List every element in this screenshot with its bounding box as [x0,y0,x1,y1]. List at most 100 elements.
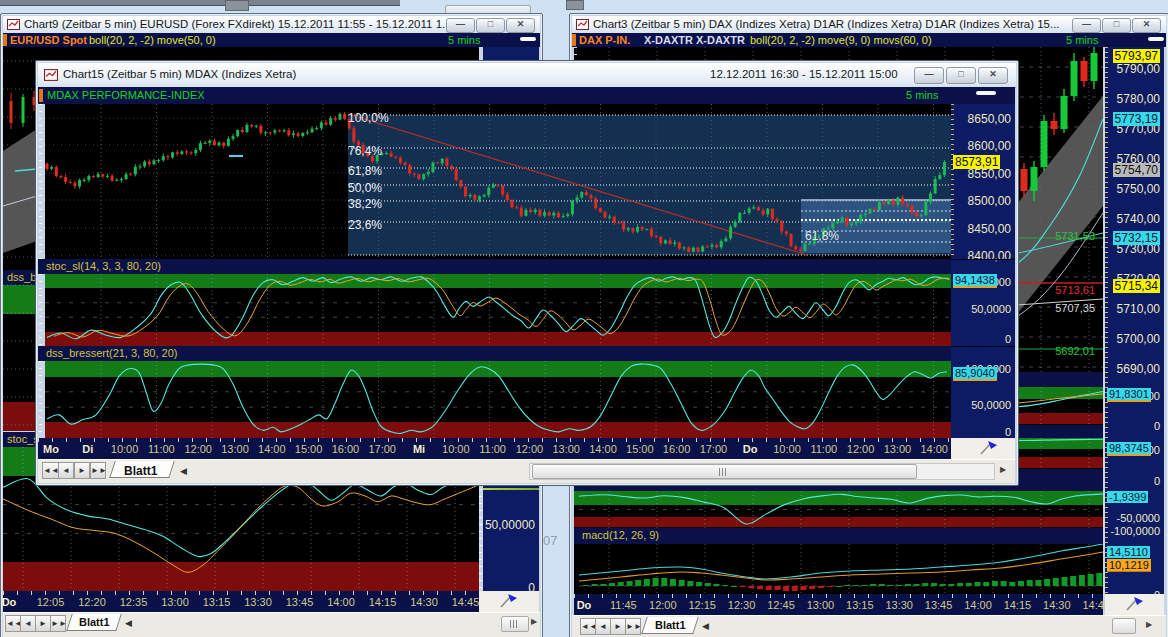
panel-c-low: -100,0000 [1110,525,1160,537]
price-label: 5750,00 [1117,182,1160,196]
chart9-titlebar[interactable]: Chart9 (Zeitbar 5 min) EURUSD (Forex FXd… [3,16,540,34]
price-label: 5700,00 [1117,332,1160,346]
time-label: 12:05 [37,596,65,608]
chart3-hscroll-right[interactable]: ▶ [1146,618,1152,632]
price-label: 5754,70 [1113,163,1160,177]
time-label: 14:30 [1043,599,1071,611]
chart9-scale-50: 50,00000 [485,518,535,532]
chart9-close-button[interactable]: ✕ [506,18,535,33]
chart3-titlebar[interactable]: Chart3 (Zeitbar 5 min) DAX (Indizes Xetr… [572,16,1166,34]
tab-scroll-left[interactable]: ◀ [125,618,132,628]
chart3-close-button[interactable]: ✕ [1132,18,1161,33]
prev-sheet-button[interactable]: ◄ [595,618,611,635]
chart3-restore-button[interactable]: □ [1102,18,1131,33]
first-sheet-button[interactable]: ◄◄ [580,618,596,635]
time-label: 12:20 [78,596,106,608]
chart3-vscroll-top[interactable] [1148,37,1164,41]
price-label: 5780,00 [1117,92,1160,106]
time-label: 14:30 [410,596,438,608]
price-label: 8400,00 [968,249,1011,263]
time-label: 11:00 [148,443,175,455]
price-label: 5793,97 [1113,49,1160,63]
chart9-vscroll-top[interactable] [520,37,536,41]
price-level-label: 5731,53 [1055,230,1095,242]
next-sheet-button[interactable]: ► [74,462,90,479]
chart9-hscroll-thumb[interactable] [501,616,529,632]
price-label: 8650,00 [968,112,1011,126]
time-label: 11:45 [610,599,637,611]
flag-icon[interactable] [499,593,519,609]
time-label: 15:00 [295,443,323,455]
flag-icon[interactable] [1125,596,1145,612]
fibonacci-labels: 100,0%76,4%61,8%50,0%38,2%23,6% [345,104,465,259]
chart3-interval-label: 5 mins [1066,34,1098,46]
time-label: 14:00 [920,443,948,455]
chart15-interval-label: 5 mins [906,89,938,101]
panel-b-value: 98,3745 [1107,442,1151,456]
chart15-scale-column: 8650,008600,008550,008500,008450,008400,… [951,104,1015,438]
time-label: 17:00 [368,443,396,455]
chart15-minimize-button[interactable]: — [914,67,944,84]
sheet-tab-label: Blatt1 [124,464,157,478]
price-label: 5773,19 [1113,112,1160,126]
chart3-hscroll-thumb[interactable] [1112,618,1136,634]
chart15-title: Chart15 (Zeitbar 5 min) MDAX (Indizes Xe… [63,68,296,80]
first-sheet-button[interactable]: ◄◄ [5,615,21,632]
panel-c-value: -1,9399 [1107,491,1148,503]
time-label: 13:30 [885,599,913,611]
chart15-indicator-bar: MDAX PERFORMANCE-INDEX 5 mins [38,87,1015,104]
time-label: Do [743,443,758,455]
chart9-indicator-bar: EUR/USD Spot boll(20, 2, -2) move(50, 0)… [3,33,540,47]
chart15-symbol-label: MDAX PERFORMANCE-INDEX [47,89,205,101]
panel-a-value: 91,8301 [1107,388,1151,402]
sheet-tab-label: Blatt1 [79,616,110,628]
prev-sheet-button[interactable]: ◄ [58,462,74,479]
chart15-hscroll-right[interactable]: ▶ [1000,463,1006,477]
chart9-minimize-button[interactable]: — [446,18,475,33]
time-label: 14:00 [964,599,992,611]
dss-value-box: 85,9040 [953,367,997,381]
flag-icon[interactable] [979,440,999,456]
prev-sheet-button[interactable]: ◄ [20,615,36,632]
time-label: Do [2,596,17,608]
chart15-titlebar[interactable]: Chart15 (Zeitbar 5 min) MDAX (Indizes Xe… [38,63,1016,88]
time-label: 13:30 [244,596,272,608]
first-sheet-button[interactable]: ◄◄ [42,462,59,479]
time-label: 12:30 [728,599,756,611]
mdax-dss-canvas [45,361,951,438]
tab-scroll-left[interactable]: ◀ [702,621,709,631]
chart15-flag-box [951,438,1015,459]
chart15-close-button[interactable]: ✕ [978,67,1008,84]
price-level-label: 5707,35 [1055,302,1095,314]
time-label: 14:00 [589,443,617,455]
chart3-flag-box [1105,594,1164,615]
last-sheet-button[interactable]: ►► [625,618,641,635]
last-sheet-button[interactable]: ►► [50,615,66,632]
last-sheet-button[interactable]: ►► [90,462,106,479]
chart15-vscroll-top[interactable] [976,91,996,95]
time-label: 13:15 [846,599,874,611]
chart15-restore-button[interactable]: □ [946,67,976,84]
macd-label: macd(12, 26, 9) [582,529,659,541]
next-sheet-button[interactable]: ► [35,615,51,632]
time-label: 10:00 [773,443,801,455]
chart3-tab-bar: ◄◄ ◄ ► ►► Blatt1 ◀ ▶ [572,615,1166,637]
time-label: 11:00 [810,443,837,455]
next-sheet-button[interactable]: ► [610,618,626,635]
chart3-price-scale: 5793,975790,005780,005770,005773,195760,… [1105,47,1164,377]
time-label: 13:15 [203,596,231,608]
time-label: 14:15 [1004,599,1032,611]
time-label: 14:00 [258,443,286,455]
dax-macd-canvas [579,544,1103,594]
chart9-hscroll-right[interactable]: ▶ [531,615,537,629]
tab-scroll-left[interactable]: ◀ [180,466,187,476]
chart15-hscroll-thumb[interactable] [532,464,917,479]
price-label: 5740,00 [1117,212,1160,226]
panel-a-zero: 0 [1154,420,1160,432]
chart9-restore-button[interactable]: □ [476,18,505,33]
price-label: 5732,15 [1113,231,1160,245]
chart15-hscrollbar[interactable] [529,463,995,480]
time-label: 12:15 [688,599,716,611]
price-label: 5715,34 [1113,279,1160,293]
chart3-minimize-button[interactable]: — [1072,18,1101,33]
